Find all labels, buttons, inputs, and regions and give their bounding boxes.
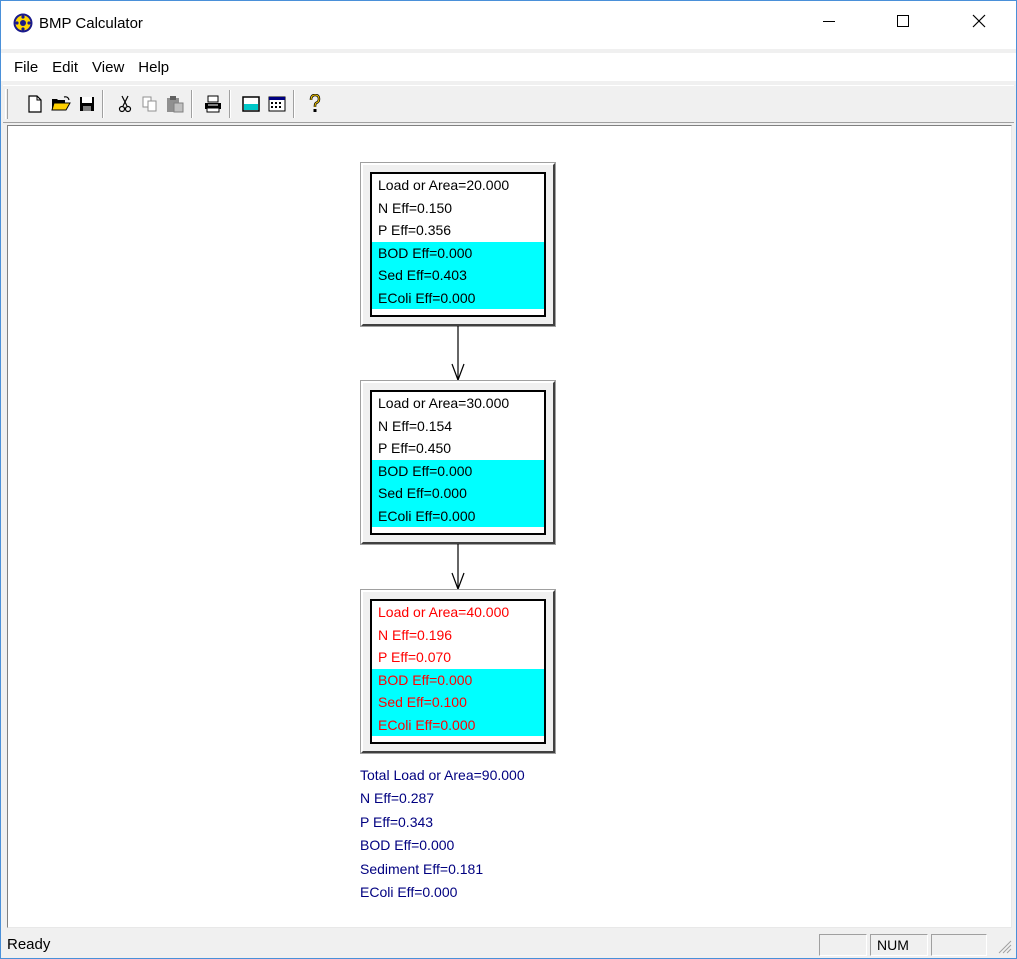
load-label: Load or Area=30.000 — [378, 395, 510, 411]
menu-help[interactable]: Help — [131, 59, 176, 76]
toolbar — [3, 85, 1014, 123]
flow-arrow — [451, 326, 465, 382]
bmp-properties-button[interactable] — [239, 90, 262, 118]
copy-icon — [142, 96, 156, 112]
status-bar: Ready NUM — [1, 930, 1016, 958]
menu-file[interactable]: File — [7, 59, 45, 76]
status-pane-num: NUM — [870, 934, 928, 956]
load-label: Load or Area=40.000 — [378, 604, 510, 620]
load-label: Load or Area=20.000 — [378, 177, 510, 193]
ecoli-eff-label: EColi Eff=0.000 — [372, 286, 544, 309]
bmp-node[interactable]: Load or Area=30.000 N Eff=0.154 P Eff=0.… — [360, 380, 556, 545]
paste-icon — [166, 96, 183, 113]
total-load-label: Total Load or Area=90.000 — [360, 767, 525, 783]
print-icon — [204, 95, 221, 113]
menu-bar: File Edit View Help — [1, 53, 1016, 81]
total-n-eff-label: N Eff=0.287 — [360, 790, 435, 807]
sed-eff-label: Sed Eff=0.403 — [372, 264, 544, 287]
status-text: Ready — [7, 936, 51, 953]
properties-window-icon — [241, 96, 260, 112]
toolbar-separator — [191, 90, 193, 118]
window-title: BMP Calculator — [39, 15, 143, 32]
print-button[interactable] — [201, 90, 224, 118]
status-pane-caps — [819, 934, 867, 956]
menu-edit[interactable]: Edit — [45, 59, 85, 76]
total-ecoli-eff-label: EColi Eff=0.000 — [360, 883, 458, 900]
bmp-calculator-app-icon — [13, 13, 33, 33]
paste-button[interactable] — [163, 90, 186, 118]
bmp-node-content: Load or Area=20.000 N Eff=0.150 P Eff=0.… — [370, 172, 546, 317]
n-eff-label: N Eff=0.150 — [378, 199, 453, 216]
toolbar-grip[interactable] — [5, 89, 8, 119]
bmp-node-selected[interactable]: Load or Area=40.000 N Eff=0.196 P Eff=0.… — [360, 589, 556, 754]
p-eff-label: P Eff=0.070 — [378, 649, 452, 665]
sed-eff-label: Sed Eff=0.000 — [372, 482, 544, 505]
bmp-node-content: Load or Area=40.000 N Eff=0.196 P Eff=0.… — [370, 599, 546, 744]
ecoli-eff-label: EColi Eff=0.000 — [372, 504, 544, 527]
resize-grip-icon[interactable] — [996, 938, 1012, 954]
save-button[interactable] — [75, 90, 98, 118]
calendar-grid-icon — [268, 96, 285, 112]
bmp-node-content: Load or Area=30.000 N Eff=0.154 P Eff=0.… — [370, 390, 546, 535]
total-p-eff-label: P Eff=0.343 — [360, 813, 434, 830]
total-bod-eff-label: BOD Eff=0.000 — [360, 837, 455, 854]
cut-button[interactable] — [113, 90, 136, 118]
open-folder-icon — [50, 96, 71, 111]
app-window: BMP Calculator File Edit View Help Load … — [0, 0, 1017, 959]
help-button[interactable] — [303, 90, 326, 118]
p-eff-label: P Eff=0.450 — [378, 440, 452, 456]
p-eff-label: P Eff=0.356 — [378, 222, 452, 238]
copy-button[interactable] — [138, 90, 161, 118]
bmp-node[interactable]: Load or Area=20.000 N Eff=0.150 P Eff=0.… — [360, 162, 556, 327]
close-icon — [972, 14, 986, 28]
maximize-icon — [897, 15, 909, 27]
minimize-icon — [823, 21, 835, 22]
flow-arrow — [451, 544, 465, 591]
bod-eff-label: BOD Eff=0.000 — [372, 241, 544, 264]
toolbar-separator — [293, 90, 295, 118]
help-question-icon — [309, 94, 320, 112]
toolbar-separator — [229, 90, 231, 118]
close-button[interactable] — [956, 1, 1002, 41]
diagram-canvas[interactable]: Load or Area=20.000 N Eff=0.150 P Eff=0.… — [7, 125, 1012, 928]
maximize-button[interactable] — [880, 1, 926, 41]
sed-eff-label: Sed Eff=0.100 — [372, 691, 544, 714]
status-pane-scroll — [931, 934, 987, 956]
bod-eff-label: BOD Eff=0.000 — [372, 668, 544, 691]
new-file-icon — [27, 95, 42, 113]
bod-eff-label: BOD Eff=0.000 — [372, 459, 544, 482]
ecoli-eff-label: EColi Eff=0.000 — [372, 713, 544, 736]
n-eff-label: N Eff=0.196 — [378, 626, 453, 643]
cut-scissors-icon — [118, 95, 131, 113]
total-sediment-eff-label: Sediment Eff=0.181 — [360, 860, 484, 877]
title-bar[interactable]: BMP Calculator — [1, 1, 1016, 49]
new-button[interactable] — [23, 90, 46, 118]
grid-view-button[interactable] — [265, 90, 288, 118]
n-eff-label: N Eff=0.154 — [378, 417, 453, 434]
open-button[interactable] — [49, 90, 72, 118]
totals-summary: Total Load or Area=90.000 N Eff=0.287 P … — [360, 764, 525, 904]
menu-view[interactable]: View — [85, 59, 131, 76]
minimize-button[interactable] — [806, 1, 852, 41]
toolbar-separator — [102, 90, 104, 118]
save-disk-icon — [79, 97, 94, 111]
